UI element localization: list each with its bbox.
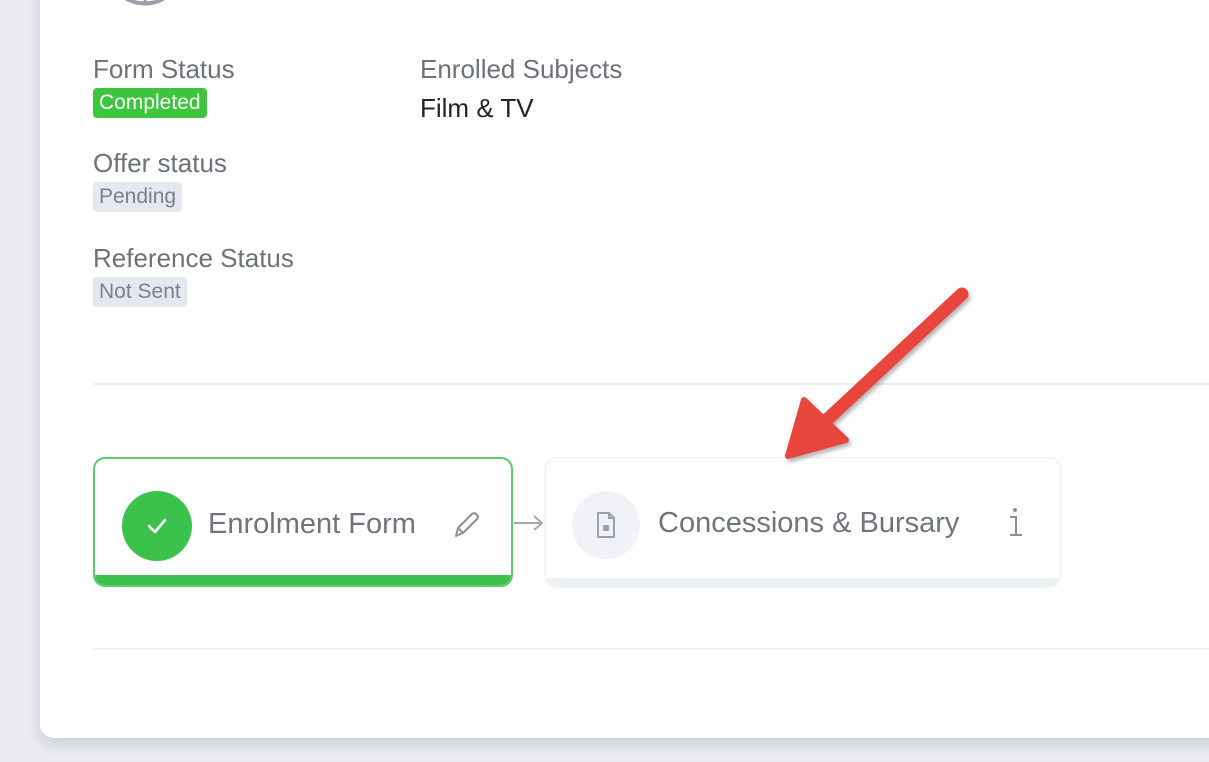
reference-status-badge: Not Sent <box>93 277 187 307</box>
pencil-icon[interactable] <box>449 508 483 542</box>
step-title: Concessions & Bursary <box>658 507 960 539</box>
enrolled-subjects-value: Film & TV <box>420 93 534 123</box>
offer-status-field: Offer status Pending <box>93 148 227 212</box>
step-enrolment-form[interactable]: Enrolment Form <box>93 457 513 587</box>
info-icon[interactable] <box>1002 504 1028 540</box>
completed-check-icon <box>122 491 192 561</box>
arrow-right-icon <box>514 515 543 531</box>
offer-status-badge: Pending <box>93 182 183 212</box>
section-divider-bottom <box>93 648 1209 650</box>
reference-status-label: Reference Status <box>93 243 294 273</box>
step-concessions-bursary[interactable]: Concessions & Bursary <box>545 457 1061 587</box>
step-progress-bar <box>95 575 511 585</box>
section-divider-top <box>93 383 1209 385</box>
form-status-badge: Completed <box>93 88 207 118</box>
reference-status-field: Reference Status Not Sent <box>93 243 294 307</box>
document-icon <box>572 491 640 559</box>
step-title: Enrolment Form <box>208 508 416 540</box>
enrolled-subjects-label: Enrolled Subjects <box>420 54 623 84</box>
offer-status-label: Offer status <box>93 148 227 178</box>
form-status-field: Form Status Completed <box>93 54 235 118</box>
step-progress-bar <box>546 578 1060 586</box>
globe-icon <box>124 0 166 6</box>
form-status-label: Form Status <box>93 54 235 84</box>
enrolled-subjects-field: Enrolled Subjects Film & TV <box>420 54 622 123</box>
